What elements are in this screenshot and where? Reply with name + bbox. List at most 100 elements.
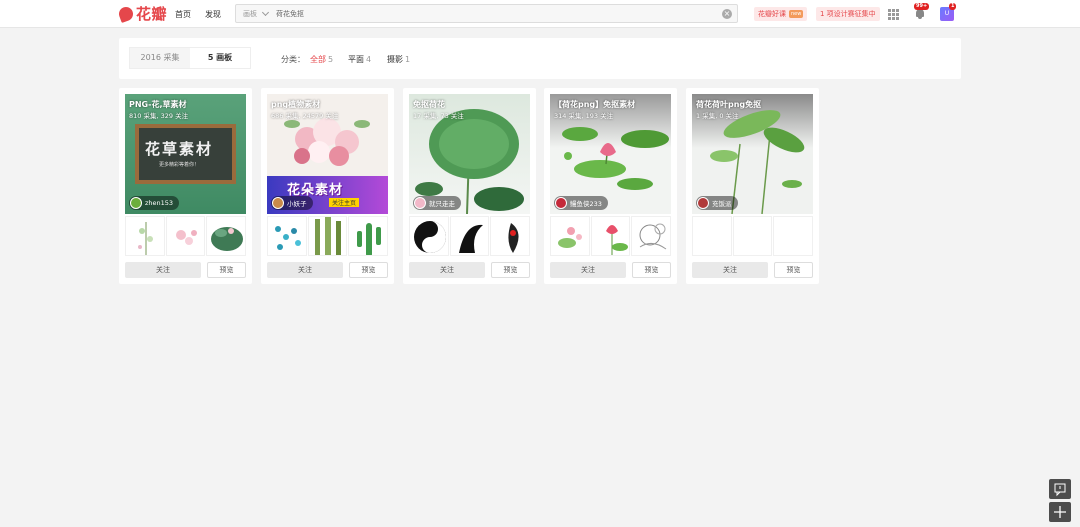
board-thumbnails xyxy=(267,216,389,256)
search-box: 画板 × xyxy=(235,4,738,23)
thumbnail[interactable] xyxy=(590,216,631,256)
board-thumbnails xyxy=(409,216,531,256)
owner-avatar xyxy=(272,197,284,209)
board-thumbnails xyxy=(550,216,672,256)
board-title: 【荷花png】免抠素材 xyxy=(554,100,636,109)
new-badge: new xyxy=(789,10,804,18)
thumbnail[interactable] xyxy=(267,216,307,256)
thumbnail[interactable] xyxy=(125,216,165,256)
board-owner[interactable]: 小妖子 xyxy=(271,196,313,210)
preview-button[interactable]: 预览 xyxy=(207,262,246,278)
chalkboard-image: 花草素材 更多精彩等着你！ xyxy=(135,124,236,184)
tab-pins[interactable]: 2016 采集 xyxy=(130,48,190,68)
nav-discover[interactable]: 发现 xyxy=(205,9,221,20)
board-card[interactable]: 花草素材 更多精彩等着你！ PNG-花,草素材 810 采集, 329 关注 z… xyxy=(119,88,252,284)
plus-icon xyxy=(1054,506,1066,518)
add-button[interactable] xyxy=(1049,502,1071,522)
board-cover[interactable]: 荷花荷叶png免抠 1 采集, 0 关注 充饭派 xyxy=(692,94,813,214)
board-owner[interactable]: zhen153 xyxy=(129,196,180,210)
owner-name: 就只走走 xyxy=(429,200,455,208)
follow-button[interactable]: 关注 xyxy=(125,262,201,278)
thumbnail-empty xyxy=(732,216,773,256)
follow-button[interactable]: 关注 xyxy=(692,262,768,278)
board-card[interactable]: 花朵素材 关注主页 png植物素材 686 采集, 24579 关注 小妖子 关… xyxy=(261,88,394,284)
category-photo[interactable]: 摄影 1 xyxy=(387,54,410,65)
thumbnail-empty xyxy=(692,216,732,256)
cover-subtext: 更多精彩等着你！ xyxy=(159,162,200,168)
logo[interactable]: 花瓣 xyxy=(117,4,168,23)
owner-avatar xyxy=(697,197,709,209)
apps-grid-icon[interactable] xyxy=(888,9,899,20)
preview-button[interactable]: 预览 xyxy=(491,262,530,278)
owner-name: zhen153 xyxy=(145,199,174,207)
logo-icon xyxy=(117,4,135,23)
thumbnail[interactable] xyxy=(550,216,590,256)
promo-course-label: 花瓣好课 xyxy=(758,10,786,18)
board-meta: 686 采集, 24579 关注 xyxy=(271,112,339,120)
feedback-button[interactable] xyxy=(1049,479,1071,499)
tab-boards[interactable]: 5 画板 xyxy=(190,48,250,68)
thumbnail[interactable] xyxy=(449,216,490,256)
thumbnail[interactable] xyxy=(631,216,672,256)
thumbnail[interactable] xyxy=(206,216,247,256)
owner-name: 小妖子 xyxy=(287,200,307,208)
board-title: PNG-花,草素材 xyxy=(129,100,187,109)
board-owner[interactable]: 鳗鱼侠233 xyxy=(554,196,608,210)
board-card[interactable]: 荷花荷叶png免抠 1 采集, 0 关注 充饭派 关注 预览 xyxy=(686,88,819,284)
clear-search-icon[interactable]: × xyxy=(722,9,732,19)
board-cover[interactable]: 【荷花png】免抠素材 314 采集, 193 关注 鳗鱼侠233 xyxy=(550,94,671,214)
owner-avatar xyxy=(555,197,567,209)
thumbnail[interactable] xyxy=(409,216,449,256)
board-owner[interactable]: 充饭派 xyxy=(696,196,738,210)
follow-button[interactable]: 关注 xyxy=(409,262,485,278)
thumbnail[interactable] xyxy=(307,216,348,256)
view-tabs: 2016 采集 5 画板 xyxy=(129,47,251,69)
category-graphic[interactable]: 平面 4 xyxy=(348,54,371,65)
board-title: 荷花荷叶png免抠 xyxy=(696,100,762,109)
preview-button[interactable]: 预览 xyxy=(349,262,388,278)
preview-button[interactable]: 预览 xyxy=(632,262,671,278)
board-meta: 810 采集, 329 关注 xyxy=(129,112,189,120)
cover-subtext: 关注主页 xyxy=(329,198,360,207)
promo-contest-link[interactable]: 1 项设计赛征集中 xyxy=(816,7,880,21)
search-scope-select[interactable]: 画板 xyxy=(243,9,257,19)
board-card[interactable]: 免抠荷花 17 采集, 73 关注 就只走走 关注 预览 xyxy=(403,88,536,284)
board-meta: 1 采集, 0 关注 xyxy=(696,112,739,120)
board-thumbnails xyxy=(692,216,814,256)
board-title: png植物素材 xyxy=(271,100,321,109)
board-meta: 314 采集, 193 关注 xyxy=(554,112,614,120)
board-cover[interactable]: 免抠荷花 17 采集, 73 关注 就只走走 xyxy=(409,94,530,214)
owner-name: 鳗鱼侠233 xyxy=(570,200,602,208)
follow-button[interactable]: 关注 xyxy=(267,262,343,278)
category-all[interactable]: 全部 5 xyxy=(310,54,333,65)
cover-text: 花草素材 xyxy=(145,140,214,158)
owner-avatar xyxy=(130,197,142,209)
category-label: 分类： xyxy=(281,55,305,64)
notification-bell-icon[interactable] xyxy=(915,9,925,20)
board-meta: 17 采集, 73 关注 xyxy=(413,112,464,120)
promo-course-link[interactable]: 花瓣好课 new xyxy=(754,7,808,21)
logo-text: 花瓣 xyxy=(136,5,168,23)
thumbnail[interactable] xyxy=(348,216,389,256)
board-thumbnails xyxy=(125,216,247,256)
message-count-badge: 1 xyxy=(949,3,957,10)
thumbnail[interactable] xyxy=(490,216,531,256)
board-cover[interactable]: 花草素材 更多精彩等着你！ PNG-花,草素材 810 采集, 329 关注 z… xyxy=(125,94,246,214)
follow-button[interactable]: 关注 xyxy=(550,262,626,278)
search-input[interactable] xyxy=(276,9,656,18)
owner-name: 充饭派 xyxy=(712,200,732,208)
comment-icon xyxy=(1054,483,1066,497)
thumbnail[interactable] xyxy=(165,216,206,256)
board-owner[interactable]: 就只走走 xyxy=(413,196,461,210)
board-title: 免抠荷花 xyxy=(413,100,445,109)
nav-home[interactable]: 首页 xyxy=(175,9,191,20)
board-cover[interactable]: 花朵素材 关注主页 png植物素材 686 采集, 24579 关注 小妖子 xyxy=(267,94,388,214)
notification-count-badge: 99+ xyxy=(914,3,930,10)
board-card[interactable]: 【荷花png】免抠素材 314 采集, 193 关注 鳗鱼侠233 关注 预览 xyxy=(544,88,677,284)
preview-button[interactable]: 预览 xyxy=(774,262,813,278)
filter-bar: 2016 采集 5 画板 分类： 全部 5 平面 4 摄影 1 xyxy=(119,38,961,79)
chevron-down-icon[interactable] xyxy=(261,8,270,16)
top-bar: 花瓣 首页 发现 画板 × 花瓣好课new 1 项设计赛征集中 99+ U 1 xyxy=(0,0,1080,28)
owner-avatar xyxy=(414,197,426,209)
thumbnail-empty xyxy=(773,216,814,256)
